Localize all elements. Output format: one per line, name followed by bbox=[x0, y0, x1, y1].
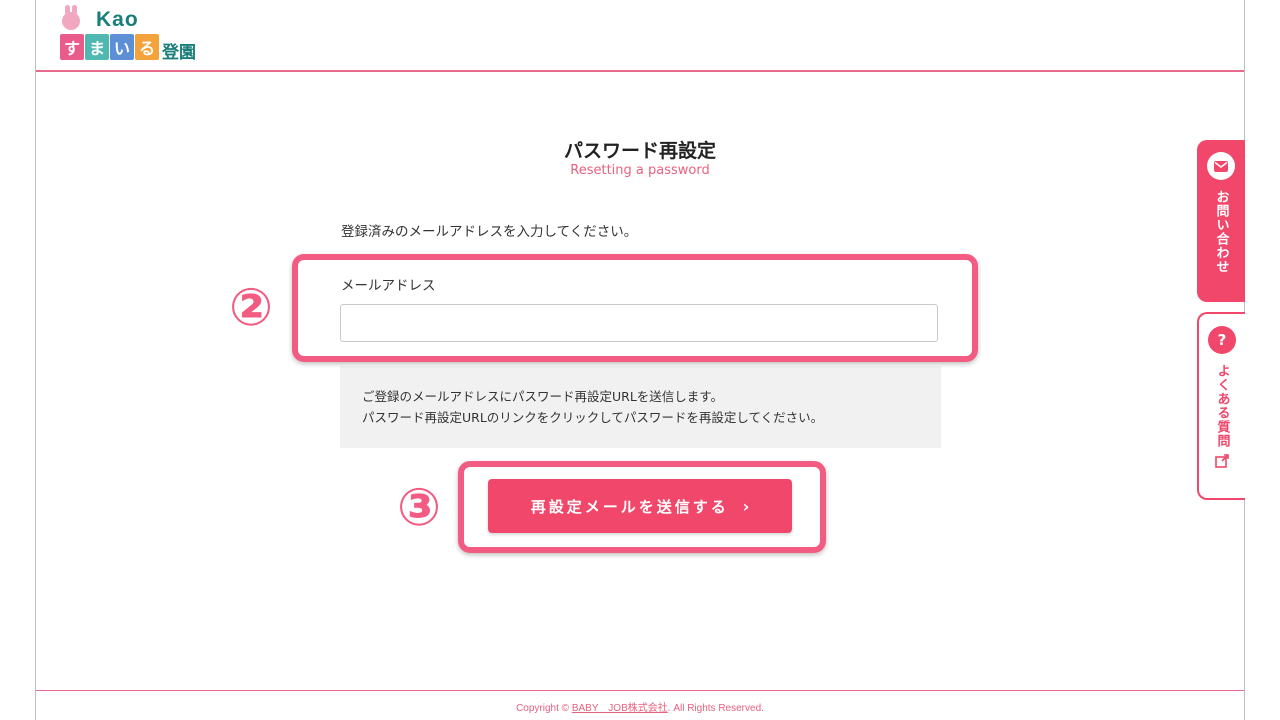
external-link-icon bbox=[1215, 454, 1229, 472]
logo-block: る bbox=[135, 34, 159, 60]
site-header bbox=[36, 0, 1244, 70]
step-marker-3: ③ bbox=[397, 478, 442, 538]
logo-suffix: 登園 bbox=[162, 43, 196, 63]
side-tab-faq[interactable]: ? よくある質問 bbox=[1197, 312, 1245, 500]
logo-block: す bbox=[60, 34, 84, 60]
step-marker-2: ② bbox=[229, 278, 274, 338]
kao-sumairu-toen-logo[interactable]: Kao す ま い る 登園 bbox=[58, 5, 208, 68]
header-divider bbox=[36, 70, 1244, 72]
contact-label: お問い合わせ bbox=[1213, 190, 1229, 274]
mail-icon bbox=[1207, 152, 1235, 180]
bunny-mascot-icon bbox=[62, 5, 80, 30]
side-tab-contact[interactable]: お問い合わせ bbox=[1197, 140, 1245, 302]
footer-suffix: . All Rights Reserved. bbox=[667, 703, 764, 714]
page-title: パスワード再設定 bbox=[563, 140, 716, 162]
logo-block: い bbox=[110, 34, 134, 60]
logo-brand: Kao bbox=[96, 8, 139, 31]
frame-left-border bbox=[35, 0, 36, 720]
highlight-box-step3 bbox=[458, 461, 826, 553]
footer-prefix: Copyright © bbox=[516, 703, 572, 714]
info-box: ご登録のメールアドレスにパスワード再設定URLを送信します。 パスワード再設定U… bbox=[340, 366, 941, 448]
question-icon: ? bbox=[1208, 326, 1236, 354]
footer-divider bbox=[36, 690, 1244, 691]
page-subtitle: Resetting a password bbox=[570, 163, 710, 178]
logo-blocks: す ま い る bbox=[60, 34, 160, 60]
logo-block: ま bbox=[85, 34, 109, 60]
instruction-text: 登録済みのメールアドレスを入力してください。 bbox=[341, 224, 638, 240]
highlight-box-step2 bbox=[292, 254, 978, 362]
footer-company-link[interactable]: BABY JOB株式会社 bbox=[572, 703, 668, 714]
info-line: ご登録のメールアドレスにパスワード再設定URLを送信します。 bbox=[362, 389, 724, 404]
info-line: パスワード再設定URLのリンクをクリックしてパスワードを再設定してください。 bbox=[362, 410, 824, 425]
faq-label: よくある質問 bbox=[1214, 364, 1230, 448]
footer-copyright: Copyright © BABY JOB株式会社. All Rights Res… bbox=[0, 699, 1280, 714]
